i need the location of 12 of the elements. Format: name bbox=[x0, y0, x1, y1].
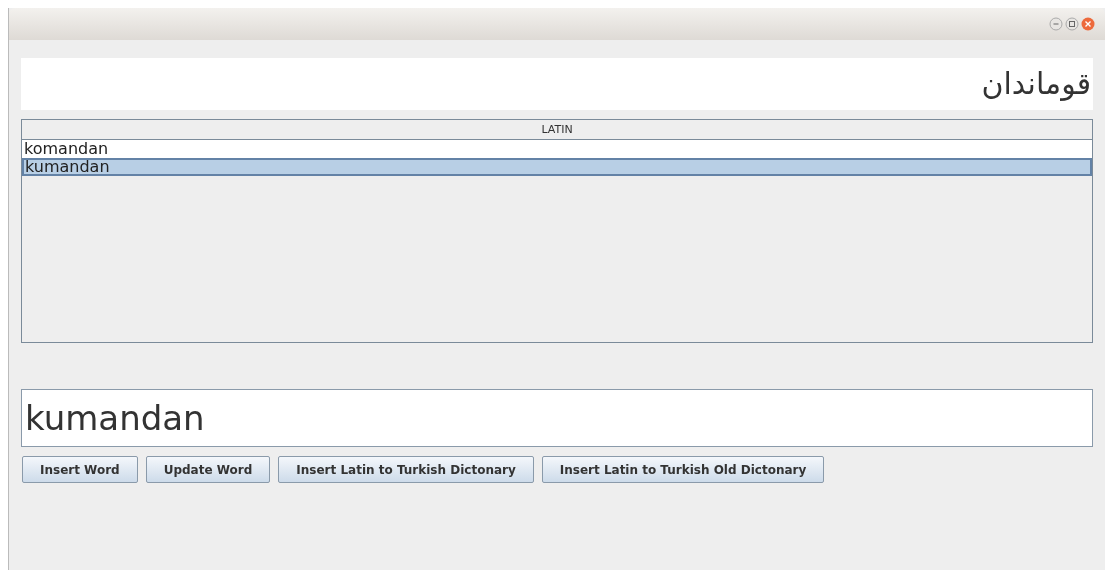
close-icon[interactable] bbox=[1081, 17, 1095, 31]
arabic-word-field[interactable]: قوماندان bbox=[21, 58, 1093, 110]
table-row[interactable]: komandan bbox=[22, 140, 1092, 158]
maximize-icon[interactable] bbox=[1065, 17, 1079, 31]
action-button[interactable]: Insert Word bbox=[22, 456, 138, 483]
action-button[interactable]: Insert Latin to Turkish Old Dictonary bbox=[541, 456, 825, 483]
word-input-field[interactable]: kumandan bbox=[21, 389, 1093, 447]
action-button[interactable]: Update Word bbox=[145, 456, 271, 483]
minimize-icon[interactable] bbox=[1049, 17, 1063, 31]
action-button[interactable]: Insert Latin to Turkish Dictonary bbox=[278, 456, 534, 483]
table-row[interactable]: kumandan bbox=[22, 158, 1092, 176]
column-header[interactable]: LATIN bbox=[22, 120, 1092, 139]
